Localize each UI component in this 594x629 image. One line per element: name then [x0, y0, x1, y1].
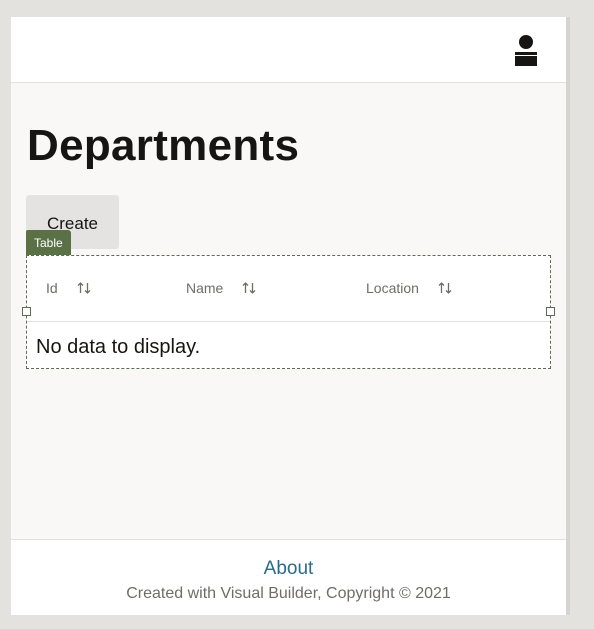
- column-header-id[interactable]: Id: [46, 280, 92, 296]
- table-designer-badge[interactable]: Table: [26, 230, 71, 256]
- sort-icon[interactable]: [437, 280, 453, 296]
- about-link[interactable]: About: [11, 558, 566, 580]
- app-footer: About Created with Visual Builder, Copyr…: [11, 539, 566, 615]
- app-header: [11, 17, 566, 83]
- resize-handle-right[interactable]: [546, 307, 555, 316]
- resize-handle-left[interactable]: [22, 307, 31, 316]
- column-header-label: Id: [46, 280, 58, 296]
- empty-message: No data to display.: [36, 336, 201, 358]
- table-header-row: Id Name Location: [27, 256, 550, 322]
- column-header-name[interactable]: Name: [186, 280, 257, 296]
- column-header-label: Location: [366, 280, 419, 296]
- page-title: Departments: [27, 121, 300, 170]
- user-avatar-icon[interactable]: [512, 34, 540, 66]
- sort-icon[interactable]: [76, 280, 92, 296]
- column-header-location[interactable]: Location: [366, 280, 453, 296]
- copyright-text: Created with Visual Builder, Copyright ©…: [126, 585, 451, 602]
- column-header-label: Name: [186, 280, 224, 296]
- app-frame: Departments Create Table Id Name Locatio…: [11, 17, 566, 615]
- sort-icon[interactable]: [241, 280, 257, 296]
- departments-table[interactable]: Id Name Location No data to display.: [26, 255, 551, 369]
